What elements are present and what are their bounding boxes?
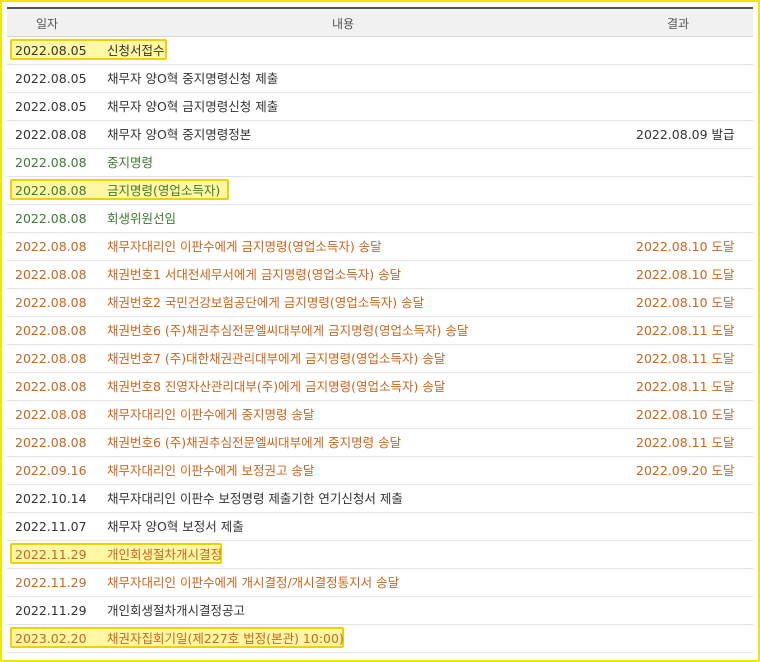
row-content: 회생위원선임 [107,211,177,226]
table-row: 2022.08.08 채권번호2 국민건강보험공단에게 금지명령(영업소득자) … [7,289,753,317]
row-date: 2022.08.08 [15,155,87,170]
table-row: 2022.08.08 채무자대리인 이판수에게 금지명령(영업소득자) 송달 2… [7,233,753,261]
row-content: 개인회생절차개시결정 [107,547,223,562]
row-date: 2022.08.08 [15,351,87,366]
row-content: 채무자 양O혁 중지명령신청 제출 [107,71,279,86]
table-row: 2022.08.08 채무자 양O혁 중지명령정본 2022.08.09 발급 [7,121,753,149]
row-result: 2022.08.11 도달 [636,379,735,394]
row-date: 2022.08.08 [15,183,87,198]
row-date: 2022.10.14 [15,491,87,506]
row-content: 채권번호6 (주)채권추심전문엘씨대부에게 중지명령 송달 [107,435,402,450]
row-content: 채권번호1 서대전세무서에게 금지명령(영업소득자) 송달 [107,267,402,282]
row-content: 채권번호8 진영자산관리대부(주)에게 금지명령(영업소득자) 송달 [107,379,446,394]
header-date: 일자 [36,17,59,31]
case-progress-table: 일자 내용 결과 2022.08.05 신청서접수 2022.08.05 채무자… [7,7,753,653]
table-row: 2022.08.05 채무자 양O혁 금지명령신청 제출 [7,93,753,121]
row-content: 채무자대리인 이판수에게 금지명령(영업소득자) 송달 [107,239,382,254]
row-date: 2022.08.08 [15,127,87,142]
row-date: 2022.09.16 [15,463,87,478]
row-content: 채권자집회기일(제227호 법정(본관) 10:00) [107,631,344,646]
table-row: 2022.08.08 채권번호8 진영자산관리대부(주)에게 금지명령(영업소득… [7,373,753,401]
table-row: 2022.08.08 채권번호1 서대전세무서에게 금지명령(영업소득자) 송달… [7,261,753,289]
row-result: 2022.08.10 도달 [636,407,735,422]
row-content: 채무자 양O혁 금지명령신청 제출 [107,99,279,114]
row-date: 2022.11.29 [15,603,87,618]
row-content: 개인회생절차개시결정공고 [107,603,246,618]
table-row: 2022.08.05 채무자 양O혁 중지명령신청 제출 [7,65,753,93]
header-result: 결과 [667,17,690,31]
row-date: 2022.08.05 [15,99,87,114]
row-content: 채권번호6 (주)채권추심전문엘씨대부에게 금지명령(영업소득자) 송달 [107,323,469,338]
table-row: 2022.08.08 채권번호6 (주)채권추심전문엘씨대부에게 금지명령(영업… [7,317,753,345]
table-row: 2022.11.29 개인회생절차개시결정공고 [7,597,753,625]
row-result: 2022.08.10 도달 [636,295,735,310]
row-content: 채무자 양O혁 보정서 제출 [107,519,244,534]
row-content: 채무자대리인 이판수에게 보정권고 송달 [107,463,315,478]
row-date: 2022.08.08 [15,211,87,226]
row-date: 2022.08.08 [15,435,87,450]
header-content: 내용 [332,17,355,31]
row-date: 2022.08.08 [15,239,87,254]
table-row: 2022.09.16 채무자대리인 이판수에게 보정권고 송달 2022.09.… [7,457,753,485]
row-date: 2022.08.05 [15,71,87,86]
table-row: 2022.08.08 채권번호7 (주)대한채권관리대부에게 금지명령(영업소득… [7,345,753,373]
row-date: 2023.02.20 [15,631,87,646]
row-date: 2022.11.29 [15,547,87,562]
row-date: 2022.08.08 [15,267,87,282]
row-date: 2022.11.29 [15,575,87,590]
table-row: 2022.08.08 회생위원선임 [7,205,753,233]
table-row: 2022.08.08 금지명령(영업소득자) [7,177,753,205]
row-result: 2022.08.11 도달 [636,435,735,450]
table-row: 2022.10.14 채무자대리인 이판수 보정명령 제출기한 연기신청서 제출 [7,485,753,513]
row-date: 2022.11.07 [15,519,87,534]
row-content: 채무자대리인 이판수에게 개시결정/개시결정통지서 송달 [107,575,400,590]
table-row: 2022.08.05 신청서접수 [7,37,753,65]
row-content: 채권번호2 국민건강보험공단에게 금지명령(영업소득자) 송달 [107,295,425,310]
row-result: 2022.08.09 발급 [636,127,735,142]
row-content: 채무자 양O혁 중지명령정본 [107,127,252,142]
table-row: 2022.11.07 채무자 양O혁 보정서 제출 [7,513,753,541]
row-content: 채권번호7 (주)대한채권관리대부에게 금지명령(영업소득자) 송달 [107,351,446,366]
table-row: 2022.11.29 개인회생절차개시결정 [7,541,753,569]
row-result: 2022.08.10 도달 [636,239,735,254]
table-row: 2023.02.20 채권자집회기일(제227호 법정(본관) 10:00) [7,625,753,653]
row-date: 2022.08.05 [15,43,87,58]
row-content: 채무자대리인 이판수에게 중지명령 송달 [107,407,315,422]
row-result: 2022.09.20 도달 [636,463,735,478]
row-result: 2022.08.11 도달 [636,351,735,366]
row-content: 채무자대리인 이판수 보정명령 제출기한 연기신청서 제출 [107,491,403,506]
row-date: 2022.08.08 [15,379,87,394]
table-row: 2022.08.08 중지명령 [7,149,753,177]
row-result: 2022.08.11 도달 [636,323,735,338]
table-row: 2022.11.29 채무자대리인 이판수에게 개시결정/개시결정통지서 송달 [7,569,753,597]
row-content: 신청서접수 [107,43,165,58]
row-date: 2022.08.08 [15,407,87,422]
table-row: 2022.08.08 채권번호6 (주)채권추심전문엘씨대부에게 중지명령 송달… [7,429,753,457]
row-date: 2022.08.08 [15,323,87,338]
row-content: 금지명령(영업소득자) [107,183,221,198]
row-content: 중지명령 [107,155,154,170]
row-result: 2022.08.10 도달 [636,267,735,282]
row-date: 2022.08.08 [15,295,87,310]
table-header: 일자 내용 결과 [7,9,753,37]
table-row: 2022.08.08 채무자대리인 이판수에게 중지명령 송달 2022.08.… [7,401,753,429]
